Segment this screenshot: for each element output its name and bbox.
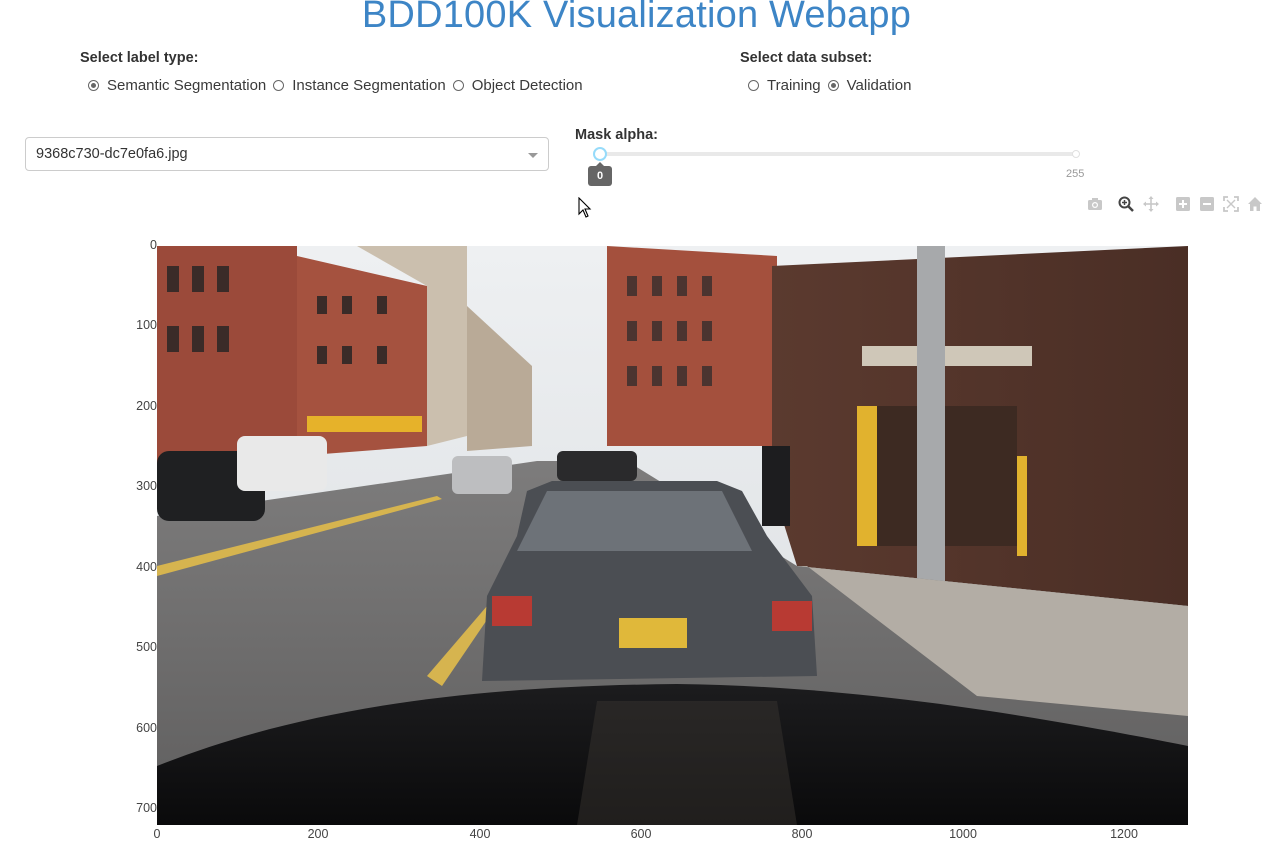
radio-button[interactable] — [452, 80, 464, 91]
zoom-out-icon[interactable] — [1199, 196, 1215, 212]
autoscale-icon[interactable] — [1223, 196, 1239, 212]
x-tick-label: 200 — [307, 827, 329, 841]
page-title: BDD100K Visualization Webapp — [361, 0, 912, 36]
radio-validation[interactable]: Validation — [827, 77, 912, 94]
radio-object-detection[interactable]: Object Detection — [452, 77, 583, 94]
image-select-dropdown[interactable]: 9368c730-dc7e0fa6.jpg — [25, 137, 549, 171]
zoom-in-icon[interactable] — [1175, 196, 1191, 212]
y-tick-label: 300 — [136, 479, 157, 493]
radio-semantic-segmentation[interactable]: Semantic Segmentation — [88, 77, 266, 94]
radio-button[interactable] — [273, 80, 285, 91]
radio-button[interactable] — [748, 80, 759, 91]
y-tick-label: 200 — [136, 399, 157, 413]
y-tick-label: 400 — [136, 560, 157, 574]
x-tick-label: 400 — [469, 827, 491, 841]
radio-label: Instance Segmentation — [292, 77, 446, 94]
radio-label: Semantic Segmentation — [107, 77, 267, 94]
label-type-heading: Select label type: — [80, 50, 199, 66]
data-subset-radio-group: Training Validation — [748, 77, 918, 94]
dropdown-value: 9368c730-dc7e0fa6.jpg — [36, 146, 188, 162]
radio-training[interactable]: Training — [748, 77, 821, 94]
mouse-cursor-icon — [578, 197, 592, 218]
slider-rail[interactable] — [600, 152, 1076, 156]
radio-button[interactable] — [827, 80, 839, 91]
zoom-icon[interactable] — [1118, 196, 1134, 212]
pan-icon[interactable] — [1143, 196, 1159, 212]
y-tick-label: 0 — [150, 238, 157, 252]
x-tick-label: 1200 — [1110, 827, 1138, 841]
radio-instance-segmentation[interactable]: Instance Segmentation — [273, 77, 446, 94]
x-tick-label: 0 — [153, 827, 161, 841]
street-scene-illustration — [157, 246, 1188, 825]
y-tick-label: 600 — [136, 721, 157, 735]
y-tick-label: 500 — [136, 640, 157, 654]
slider-handle[interactable] — [593, 147, 607, 161]
street-photo-image[interactable] — [157, 246, 1188, 825]
x-tick-label: 800 — [791, 827, 813, 841]
mask-alpha-heading: Mask alpha: — [575, 127, 658, 143]
slider-end-dot[interactable] — [1072, 150, 1080, 158]
chevron-down-icon[interactable] — [528, 153, 538, 158]
radio-label: Training — [767, 77, 821, 94]
slider-max-label: 255 — [1066, 168, 1085, 180]
camera-icon[interactable] — [1087, 196, 1103, 212]
slider-value-tooltip: 0 — [588, 162, 612, 186]
y-tick-label: 700 — [136, 801, 157, 815]
radio-label: Validation — [846, 77, 912, 94]
y-tick-label: 100 — [136, 318, 157, 332]
radio-label: Object Detection — [471, 77, 583, 94]
label-type-radio-group: Semantic Segmentation Instance Segmentat… — [88, 77, 590, 94]
data-subset-heading: Select data subset: — [740, 50, 873, 66]
x-tick-label: 1000 — [949, 827, 977, 841]
x-tick-label: 600 — [630, 827, 652, 841]
radio-button[interactable] — [88, 80, 99, 91]
home-icon[interactable] — [1247, 196, 1263, 212]
